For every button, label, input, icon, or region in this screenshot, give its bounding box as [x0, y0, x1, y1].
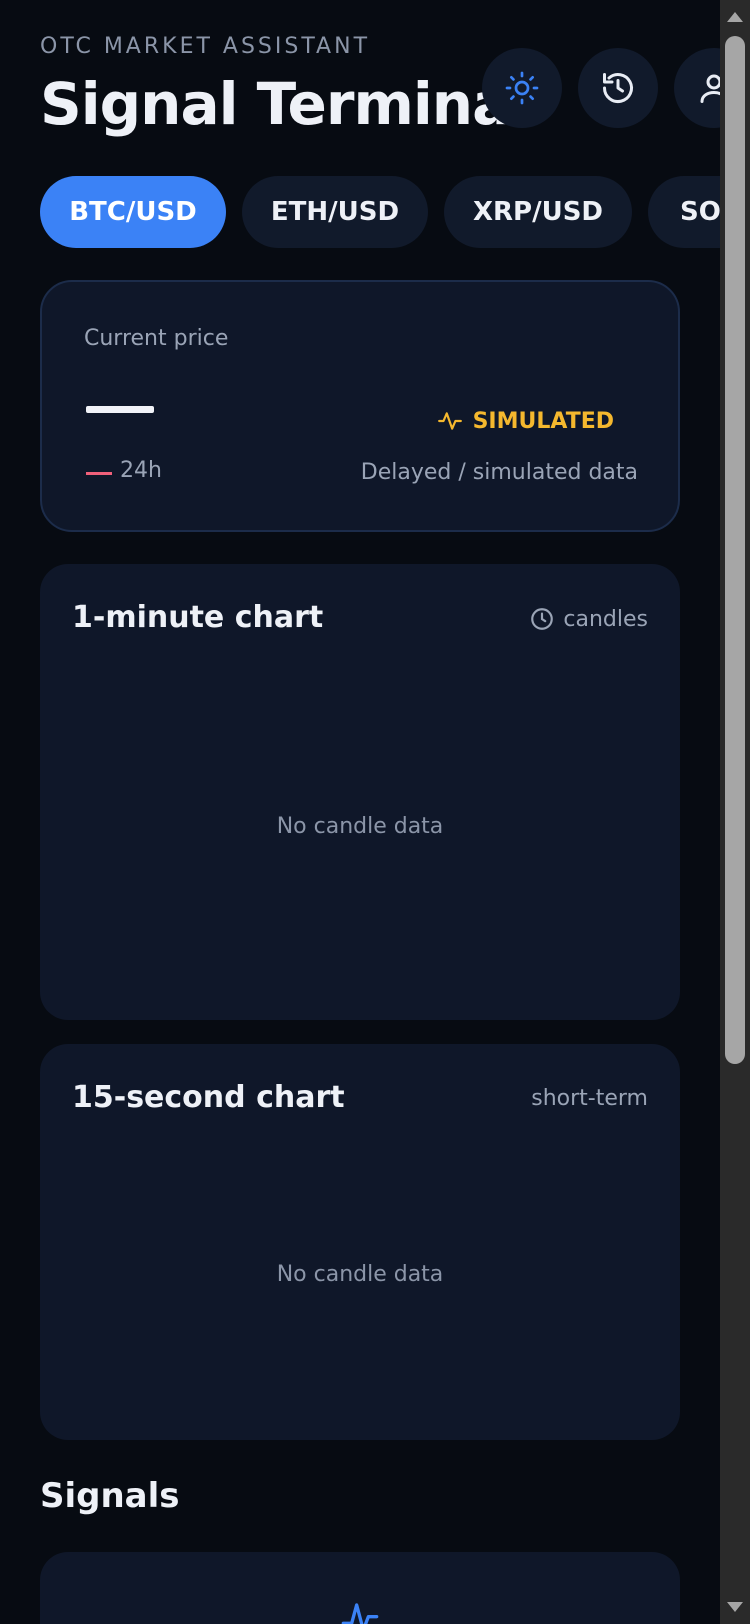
- chart-15s-meta-label: short-term: [531, 1086, 648, 1111]
- pair-tab-sol[interactable]: SOL: [648, 176, 720, 248]
- chart-15s-title: 15-second chart: [72, 1080, 345, 1115]
- pair-tab-btc-usd[interactable]: BTC/USD: [40, 176, 226, 248]
- theme-toggle-button[interactable]: [482, 48, 562, 128]
- chart-1m-meta: candles: [529, 606, 648, 632]
- price-value-placeholder: [86, 406, 154, 413]
- scroll-up-arrow-icon[interactable]: [727, 12, 743, 22]
- chart-1m-meta-label: candles: [563, 606, 648, 632]
- chart-15s-meta: short-term: [531, 1086, 648, 1111]
- app-eyebrow: OTC MARKET ASSISTANT: [40, 34, 371, 59]
- history-icon: [603, 73, 633, 104]
- chart-15s-empty-state: No candle data: [276, 1262, 444, 1287]
- user-icon: [700, 74, 720, 103]
- chart-1m-title: 1-minute chart: [72, 600, 324, 635]
- sun-icon: [505, 71, 539, 105]
- chart-15s-card: 15-second chart short-term No candle dat…: [40, 1044, 680, 1440]
- profile-button[interactable]: [674, 48, 720, 128]
- price-card: Current price 24h SIMULATED Delayed / si…: [40, 280, 680, 532]
- pair-tab-xrp-usd[interactable]: XRP/USD: [444, 176, 632, 248]
- chart-1m-empty-state: No candle data: [276, 814, 444, 839]
- change-period-label: 24h: [120, 458, 162, 483]
- scroll-down-arrow-icon[interactable]: [727, 1602, 743, 1612]
- change-placeholder: [86, 472, 112, 475]
- page-title: Signal Terminal: [40, 70, 530, 138]
- status-badge: SIMULATED: [472, 408, 614, 434]
- price-label: Current price: [84, 326, 229, 351]
- clock-icon: [531, 608, 554, 630]
- history-button[interactable]: [578, 48, 658, 128]
- pair-tab-eth-usd[interactable]: ETH/USD: [242, 176, 428, 248]
- status-description: Delayed / simulated data: [360, 460, 638, 485]
- signals-card: [40, 1552, 680, 1624]
- activity-icon: [341, 1603, 379, 1624]
- page-scrollbar[interactable]: [720, 0, 750, 1624]
- data-status: SIMULATED: [437, 408, 614, 434]
- app-viewport: OTC MARKET ASSISTANT Signal Terminal BTC…: [0, 0, 720, 1624]
- scroll-thumb[interactable]: [725, 36, 745, 1064]
- signals-heading: Signals: [40, 1476, 180, 1516]
- chart-1m-card: 1-minute chart candles No candle data: [40, 564, 680, 1020]
- activity-icon: [437, 412, 462, 430]
